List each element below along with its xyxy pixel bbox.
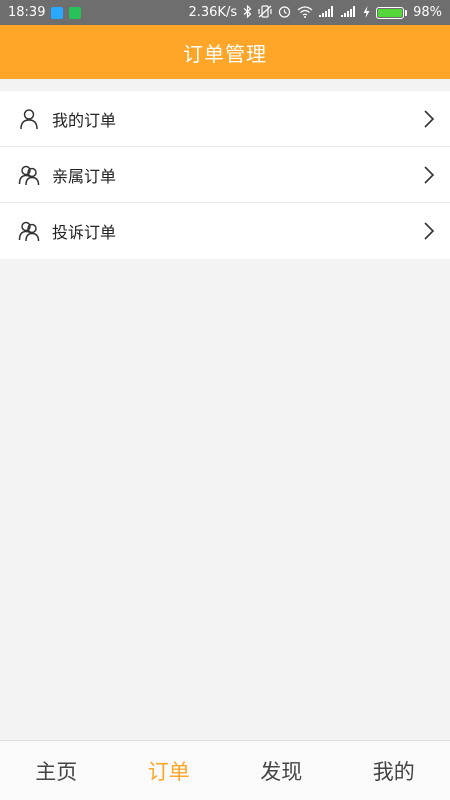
app-header: 订单管理 [0,25,450,79]
chevron-right-icon [422,165,436,185]
menu-item-my-orders[interactable]: 我的订单 [0,91,450,147]
alarm-icon [278,5,291,20]
nav-tab-discover[interactable]: 发现 [225,741,338,800]
battery-icon [376,6,408,19]
battery-level [378,8,402,17]
menu-item-complaint-orders[interactable]: 投诉订单 [0,203,450,259]
charging-icon [363,5,370,20]
chevron-right-icon [422,109,436,129]
nav-tab-profile[interactable]: 我的 [338,741,450,800]
vibrate-icon [258,5,272,20]
menu-item-family-orders[interactable]: 亲属订单 [0,147,450,203]
page-title: 订单管理 [183,41,267,66]
status-time: 18:39 [8,5,46,20]
status-bar-left: 18:39 [8,5,82,20]
app-notification-icon [51,6,64,19]
nav-tab-home[interactable]: 主页 [0,741,113,800]
menu-item-label: 亲属订单 [52,166,117,186]
people-icon [18,164,40,186]
signal-icon [341,6,357,19]
battery-percent: 98% [413,5,442,20]
order-menu-list: 我的订单 亲属订单 投诉订单 [0,91,450,259]
bottom-nav: 主页 订单 发现 我的 [0,740,450,800]
network-speed: 2.36K/s [188,5,238,20]
status-bar: 18:39 2.36K/s 98% [0,0,450,25]
nav-tab-orders[interactable]: 订单 [113,741,226,800]
signal-icon [319,6,335,19]
status-bar-right: 2.36K/s 98% [188,4,442,20]
people-icon [18,220,40,242]
person-icon [18,108,40,130]
bluetooth-icon [243,4,252,20]
menu-item-label: 投诉订单 [52,223,117,242]
wifi-icon [297,5,313,20]
android-icon [69,6,82,19]
menu-item-label: 我的订单 [52,110,117,130]
chevron-right-icon [422,221,436,241]
